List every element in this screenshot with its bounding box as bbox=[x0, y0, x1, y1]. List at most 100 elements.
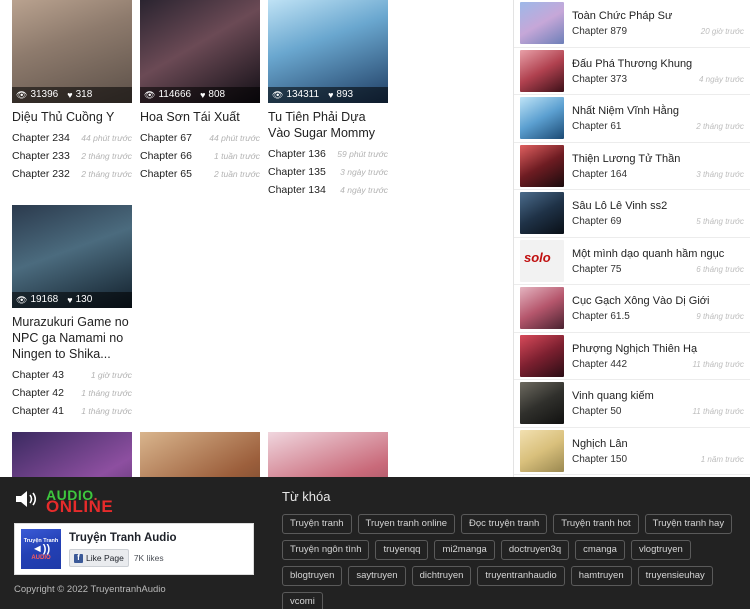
sidebar-chapter-name[interactable]: Chapter 50 bbox=[572, 406, 621, 417]
sidebar-comic-item[interactable]: Phượng Nghịch Thiên Hạ Chapter 442 11 thán… bbox=[514, 333, 750, 380]
comic-card[interactable]: 👁5898219♥7809Võ Luyện Đỉnh PhongChapter … bbox=[140, 432, 260, 477]
sidebar-comic-title[interactable]: Cục Gạch Xông Vào Dị Giới bbox=[572, 294, 744, 308]
comic-card[interactable]: 👁 134311 ♥ 893 Tu Tiên Phải Dựa Vào Sugar Mo… bbox=[268, 0, 388, 199]
sidebar-scrollbar[interactable] bbox=[745, 0, 750, 477]
sidebar-latest-list-column[interactable]: Toàn Chức Pháp Sư Chapter 879 20 giờ trước… bbox=[513, 0, 750, 477]
sidebar-chapter-name[interactable]: Chapter 61.5 bbox=[572, 311, 630, 322]
comic-card[interactable]: 👁 19168 ♥ 130 Murazukuri Game no NPC ga Nama… bbox=[12, 205, 132, 420]
sidebar-comic-item[interactable]: Toàn Chức Pháp Sư Chapter 879 20 giờ trước bbox=[514, 0, 750, 48]
sidebar-cover-image[interactable] bbox=[520, 144, 564, 187]
sidebar-comic-title[interactable]: Một mình dạo quanh hầm ngục bbox=[572, 247, 744, 261]
chapter-row[interactable]: Chapter 43 1 giờ trước bbox=[12, 366, 132, 384]
comic-thumbnail-link[interactable]: 👁 31396 ♥ 318 bbox=[12, 0, 132, 103]
chapter-name[interactable]: Chapter 233 bbox=[12, 149, 70, 163]
keyword-tag[interactable]: dichtruyen bbox=[411, 566, 472, 586]
sidebar-cover-image[interactable] bbox=[520, 49, 564, 92]
sidebar-cover-image[interactable] bbox=[520, 192, 564, 235]
chapter-row[interactable]: Chapter 41 1 tháng trước bbox=[12, 402, 132, 420]
sidebar-comic-title[interactable]: Thiện Lương Tử Thần bbox=[572, 152, 744, 166]
sidebar-comic-title[interactable]: Sâu Lô Lê Vinh ss2 bbox=[572, 199, 744, 213]
sidebar-chapter-name[interactable]: Chapter 75 bbox=[572, 264, 621, 275]
sidebar-cover-image[interactable] bbox=[520, 429, 564, 472]
keyword-tag[interactable]: truyensieuhay bbox=[637, 566, 713, 586]
comic-card[interactable]: 👁 31396 ♥ 318 Diệu Thủ Cuồng Y Chapter 234 44 … bbox=[12, 0, 132, 199]
comic-card[interactable]: 👁50284♥333Vô Địch Từ Cuồng Hôn Ma NữChap… bbox=[268, 432, 388, 477]
chapter-name[interactable]: Chapter 135 bbox=[268, 165, 326, 179]
sidebar-chapter-name[interactable]: Chapter 69 bbox=[572, 216, 621, 227]
comic-title[interactable]: Tu Tiên Phải Dựa Vào Sugar Mommy bbox=[268, 109, 388, 141]
sidebar-comic-item[interactable]: Nghịch Lân Chapter 150 1 năm trước bbox=[514, 428, 750, 475]
keyword-tag[interactable]: cmanga bbox=[575, 540, 625, 560]
sidebar-cover-image[interactable] bbox=[520, 382, 564, 425]
site-logo[interactable]: AUDIO. ONLINE bbox=[14, 488, 266, 515]
sidebar-chapter-name[interactable]: Chapter 373 bbox=[572, 74, 627, 85]
comic-thumbnail-link[interactable]: 👁 134311 ♥ 893 bbox=[268, 0, 388, 103]
comic-thumbnail-link[interactable]: 👁50284♥333 bbox=[268, 432, 388, 477]
sidebar-chapter-name[interactable]: Chapter 164 bbox=[572, 169, 627, 180]
keyword-tag[interactable]: truyenqq bbox=[375, 540, 429, 560]
chapter-row[interactable]: Chapter 65 2 tuần trước bbox=[140, 165, 260, 183]
chapter-name[interactable]: Chapter 41 bbox=[12, 404, 64, 418]
keyword-tag[interactable]: blogtruyen bbox=[282, 566, 343, 586]
keyword-tag[interactable]: truyentranhaudio bbox=[477, 566, 565, 586]
keyword-tag[interactable]: doctruyen3q bbox=[500, 540, 570, 560]
chapter-row[interactable]: Chapter 232 2 tháng trước bbox=[12, 165, 132, 183]
keyword-tag[interactable]: mi2manga bbox=[434, 540, 495, 560]
sidebar-comic-item[interactable]: Một mình dạo quanh hầm ngục Chapter 75 6 t… bbox=[514, 238, 750, 285]
comic-thumbnail-link[interactable]: 👁 114666 ♥ 808 bbox=[140, 0, 260, 103]
sidebar-cover-image[interactable] bbox=[520, 287, 564, 330]
sidebar-comic-item[interactable]: Sâu Lô Lê Vinh ss2 Chapter 69 5 tháng trướ… bbox=[514, 190, 750, 238]
sidebar-comic-title[interactable]: Toàn Chức Pháp Sư bbox=[572, 9, 744, 23]
sidebar-chapter-name[interactable]: Chapter 150 bbox=[572, 454, 627, 465]
chapter-row[interactable]: Chapter 233 2 tháng trước bbox=[12, 147, 132, 165]
comic-card[interactable]: 👁 114666 ♥ 808 Hoa Sơn Tái Xuất Chapter 67 44 … bbox=[140, 0, 260, 199]
sidebar-cover-image[interactable] bbox=[520, 334, 564, 377]
keyword-tag[interactable]: Truyen tranh online bbox=[357, 514, 456, 534]
chapter-row[interactable]: Chapter 67 44 phút trước bbox=[140, 129, 260, 147]
comic-title[interactable]: Hoa Sơn Tái Xuất bbox=[140, 109, 260, 125]
chapter-row[interactable]: Chapter 134 4 ngày trước bbox=[268, 181, 388, 199]
chapter-name[interactable]: Chapter 42 bbox=[12, 386, 64, 400]
sidebar-comic-item[interactable]: Vinh quang kiếm Chapter 50 11 tháng trước bbox=[514, 380, 750, 428]
sidebar-comic-title[interactable]: Phượng Nghịch Thiên Hạ bbox=[572, 342, 744, 356]
sidebar-chapter-name[interactable]: Chapter 442 bbox=[572, 359, 627, 370]
sidebar-comic-title[interactable]: Đấu Phá Thương Khung bbox=[572, 57, 744, 71]
chapter-name[interactable]: Chapter 234 bbox=[12, 131, 70, 145]
keyword-tag[interactable]: vcomi bbox=[282, 592, 323, 609]
keyword-tag[interactable]: Truyện tranh bbox=[282, 514, 352, 534]
keyword-tag[interactable]: Truyện ngôn tình bbox=[282, 540, 370, 560]
keyword-tag[interactable]: Truyện tranh hay bbox=[644, 514, 733, 534]
comic-thumbnail-link[interactable]: 👁34569♥229 bbox=[12, 432, 132, 477]
sidebar-cover-image[interactable] bbox=[520, 2, 564, 45]
keyword-tag[interactable]: Đọc truyện tranh bbox=[461, 514, 548, 534]
keyword-tag[interactable]: vlogtruyen bbox=[630, 540, 691, 560]
chapter-row[interactable]: Chapter 42 1 tháng trước bbox=[12, 384, 132, 402]
chapter-row[interactable]: Chapter 234 44 phút trước bbox=[12, 129, 132, 147]
sidebar-cover-image[interactable] bbox=[520, 97, 564, 140]
sidebar-comic-title[interactable]: Nhất Niệm Vĩnh Hằng bbox=[572, 104, 744, 118]
comic-thumbnail-link[interactable]: 👁 19168 ♥ 130 bbox=[12, 205, 132, 308]
chapter-name[interactable]: Chapter 136 bbox=[268, 147, 326, 161]
comic-title[interactable]: Murazukuri Game no NPC ga Namami no Ning… bbox=[12, 314, 132, 362]
keyword-tag[interactable]: saytruyen bbox=[348, 566, 406, 586]
facebook-like-button[interactable]: f Like Page bbox=[69, 549, 129, 567]
chapter-name[interactable]: Chapter 67 bbox=[140, 131, 192, 145]
sidebar-comic-title[interactable]: Nghịch Lân bbox=[572, 437, 744, 451]
facebook-page-widget[interactable]: Truyện Tranh ◄)) AUDIO Truyện Tranh Audi… bbox=[14, 523, 254, 575]
sidebar-cover-image[interactable] bbox=[520, 239, 564, 282]
comic-card[interactable]: 👁34569♥229Mạt Thế Cùng Bạn Gái ZombieCha… bbox=[12, 432, 132, 477]
sidebar-comic-item[interactable]: Nhất Niệm Vĩnh Hằng Chapter 61 2 tháng trư… bbox=[514, 95, 750, 143]
chapter-name[interactable]: Chapter 43 bbox=[12, 368, 64, 382]
sidebar-comic-item[interactable]: Đấu Phá Thương Khung Chapter 373 4 ngày tr… bbox=[514, 48, 750, 95]
chapter-row[interactable]: Chapter 66 1 tuần trước bbox=[140, 147, 260, 165]
chapter-name[interactable]: Chapter 65 bbox=[140, 167, 192, 181]
comic-thumbnail-link[interactable]: 👁5898219♥7809 bbox=[140, 432, 260, 477]
sidebar-comic-item[interactable]: Cục Gạch Xông Vào Dị Giới Chapter 61.5 9 t… bbox=[514, 285, 750, 333]
keyword-tag[interactable]: Truyện tranh hot bbox=[553, 514, 639, 534]
chapter-row[interactable]: Chapter 136 59 phút trước bbox=[268, 145, 388, 163]
keyword-tag[interactable]: hamtruyen bbox=[570, 566, 632, 586]
chapter-name[interactable]: Chapter 232 bbox=[12, 167, 70, 181]
chapter-row[interactable]: Chapter 135 3 ngày trước bbox=[268, 163, 388, 181]
sidebar-comic-item[interactable]: Thiện Lương Tử Thần Chapter 164 3 tháng tr… bbox=[514, 143, 750, 190]
chapter-name[interactable]: Chapter 134 bbox=[268, 183, 326, 197]
